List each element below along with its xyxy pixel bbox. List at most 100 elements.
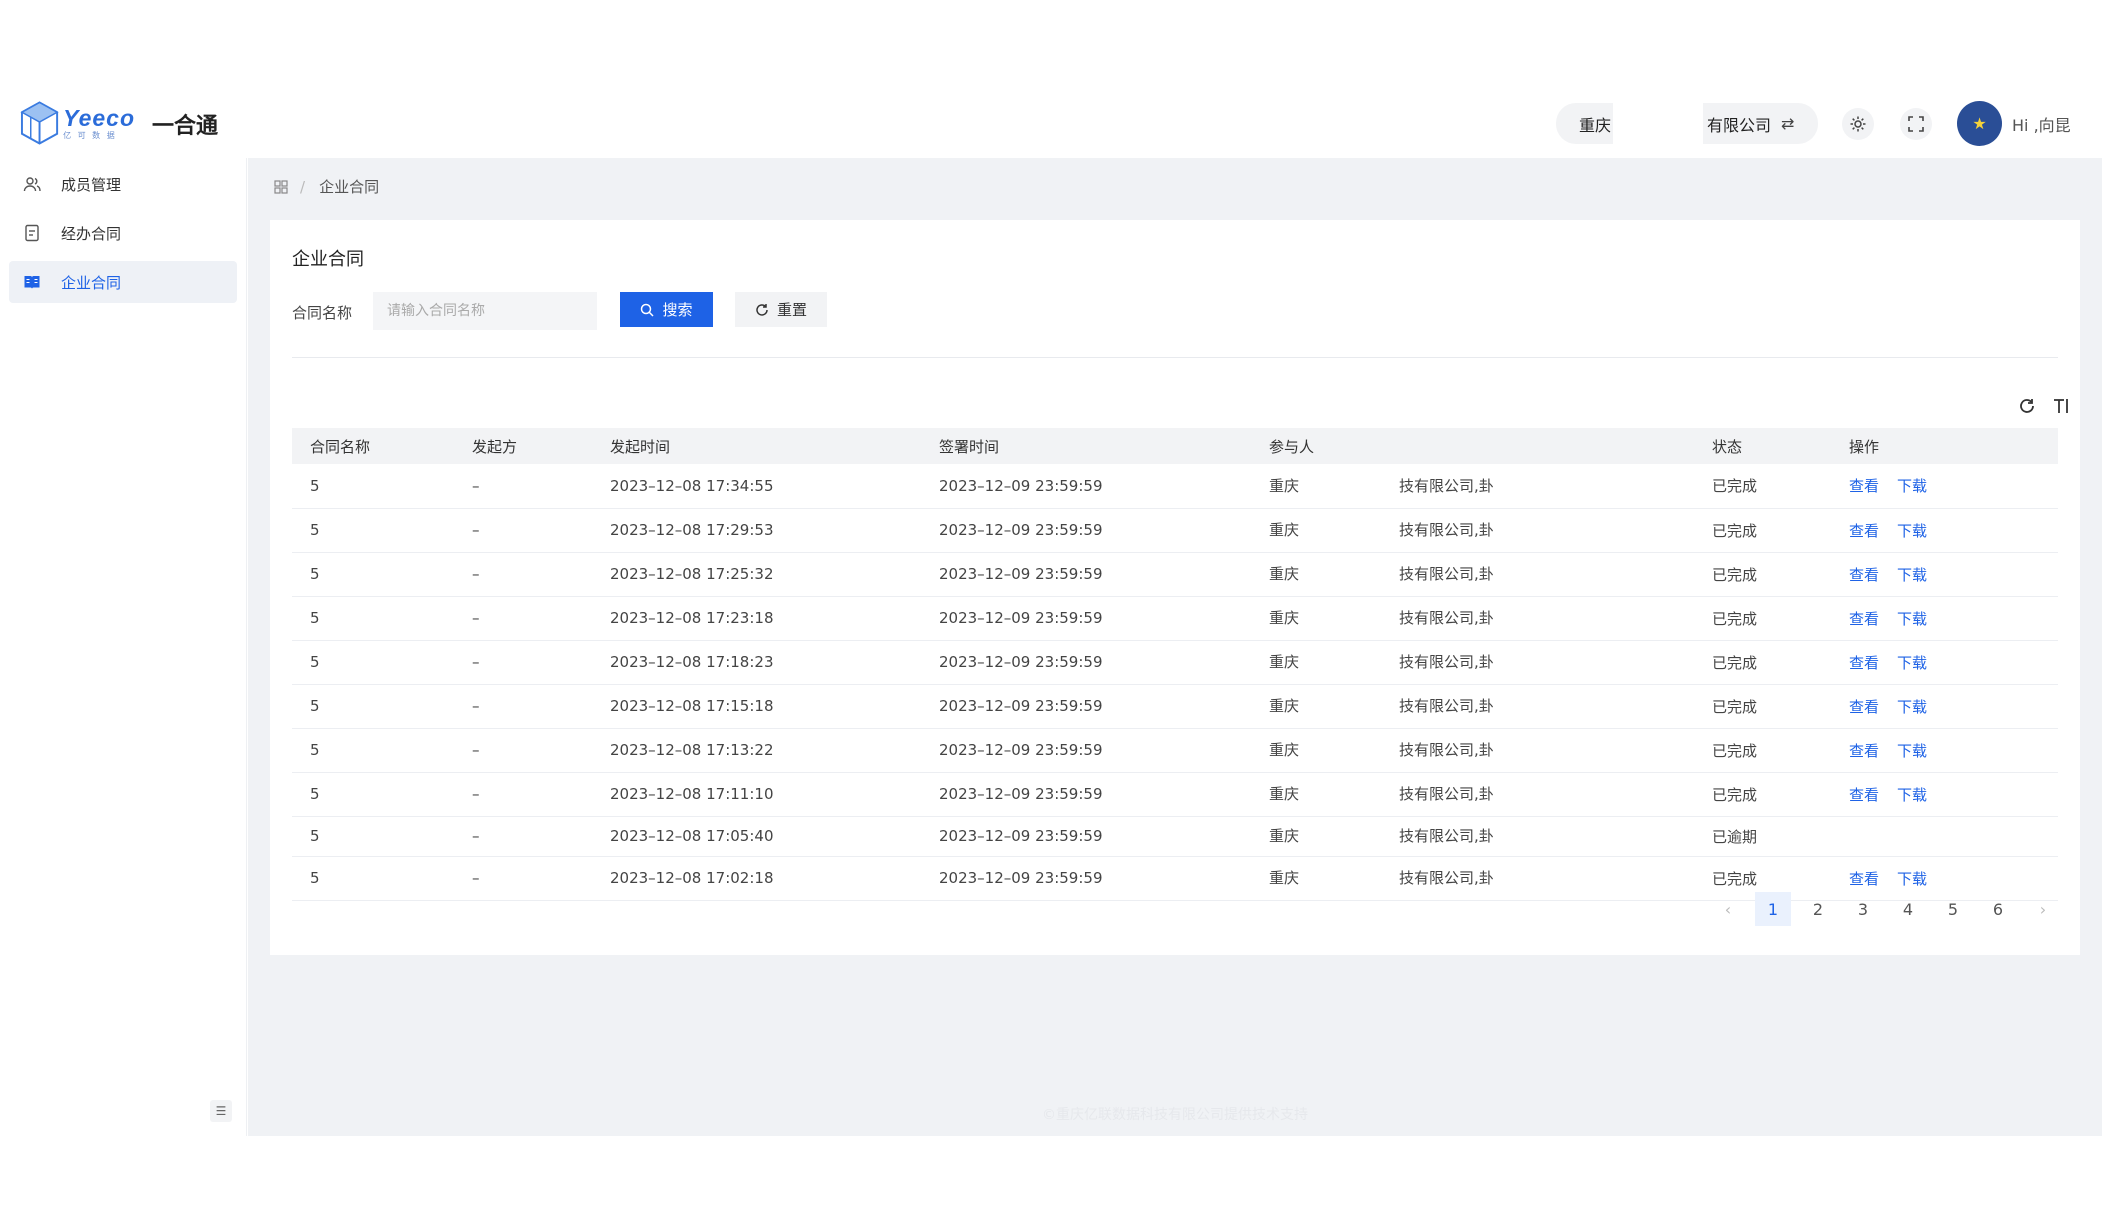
actions-cell: 查看 下载 [1831, 508, 2058, 553]
column-header[interactable]: 操作 [1831, 428, 2058, 464]
initiator-cell: – [454, 816, 592, 857]
table-row: 5–2023–12–08 17:15:18 2023–12–09 23:59:59… [292, 684, 2058, 729]
participant-prefix: 重庆 [1269, 826, 1300, 845]
download-link[interactable]: 下载 [1897, 742, 1927, 760]
participant-redaction [1299, 695, 1400, 718]
status-cell: 已完成 [1694, 728, 1831, 773]
participants-cell: 重庆 技有限公司,卦 [1251, 728, 1694, 773]
page-button[interactable]: 2 [1800, 892, 1836, 926]
grid-home-icon[interactable] [274, 179, 288, 194]
page-button[interactable]: 4 [1890, 892, 1926, 926]
participant-prefix: 重庆 [1269, 784, 1300, 803]
actions-cell: 查看 下载 [1831, 684, 2058, 729]
fullscreen-button[interactable] [1900, 108, 1932, 140]
brand-logo[interactable]: Yeeco 亿 可 数 据 [20, 100, 135, 146]
contract-name-input[interactable] [373, 292, 597, 330]
sidebar-item-members[interactable]: 成员管理 [9, 163, 237, 205]
participant-suffix: 技有限公司,卦 [1399, 784, 1494, 803]
page-button[interactable]: 1 [1755, 892, 1791, 926]
participant-prefix: 重庆 [1269, 476, 1300, 495]
participant-prefix: 重庆 [1269, 740, 1300, 759]
view-link[interactable]: 查看 [1849, 522, 1879, 540]
swap-icon: ⇄ [1781, 114, 1795, 133]
contract-name-cell: 5 [292, 596, 454, 641]
sidebar-item-handled-contracts[interactable]: 经办合同 [9, 212, 237, 254]
user-avatar[interactable]: ★ [1957, 101, 2002, 146]
search-button-label: 搜索 [662, 302, 693, 319]
column-header[interactable]: 状态 [1694, 428, 1831, 464]
participants-cell: 重庆 技有限公司,卦 [1251, 772, 1694, 817]
collapse-sidebar-button[interactable]: ☰ [210, 1100, 232, 1122]
sign-time-cell: 2023–12–09 23:59:59 [921, 772, 1251, 817]
table-header-row: 合同名称 发起方 发起时间 签署时间 参与人 状态 操作 [292, 428, 2058, 464]
participant-prefix: 重庆 [1269, 652, 1300, 671]
participant-redaction [1299, 607, 1400, 630]
start-time-cell: 2023–12–08 17:23:18 [592, 596, 921, 641]
view-link[interactable]: 查看 [1849, 870, 1879, 888]
sign-time-cell: 2023–12–09 23:59:59 [921, 640, 1251, 685]
status-cell: 已逾期 [1694, 816, 1831, 857]
participant-redaction [1299, 783, 1400, 806]
next-page-button[interactable]: › [2025, 892, 2061, 926]
participants-cell: 重庆 技有限公司,卦 [1251, 464, 1694, 509]
participant-prefix: 重庆 [1269, 868, 1300, 887]
download-link[interactable]: 下载 [1897, 610, 1927, 628]
initiator-cell: – [454, 596, 592, 641]
company-switcher[interactable]: 重庆 有限公司 ⇄ [1556, 103, 1818, 144]
download-link[interactable]: 下载 [1897, 522, 1927, 540]
participant-suffix: 技有限公司,卦 [1399, 696, 1494, 715]
download-link[interactable]: 下载 [1897, 654, 1927, 672]
footer-credit: ©重庆亿联数据科技有限公司提供技术支持 [1042, 1107, 1308, 1123]
sign-time-cell: 2023–12–09 23:59:59 [921, 552, 1251, 597]
download-link[interactable]: 下载 [1897, 786, 1927, 804]
sidebar-item-enterprise-contracts[interactable]: 企业合同 [9, 261, 237, 303]
view-link[interactable]: 查看 [1849, 742, 1879, 760]
company-name-redaction [1613, 103, 1703, 144]
download-link[interactable]: 下载 [1897, 870, 1927, 888]
view-link[interactable]: 查看 [1849, 654, 1879, 672]
column-header[interactable]: 签署时间 [921, 428, 1251, 464]
sign-time-cell: 2023–12–09 23:59:59 [921, 464, 1251, 509]
toolbar-divider [292, 357, 2058, 358]
participant-prefix: 重庆 [1269, 520, 1300, 539]
company-name-suffix: 有限公司 [1707, 115, 1772, 135]
initiator-cell: – [454, 728, 592, 773]
contract-name-cell: 5 [292, 856, 454, 901]
page-button[interactable]: 6 [1980, 892, 2016, 926]
search-button[interactable]: 搜索 [620, 292, 713, 327]
download-link[interactable]: 下载 [1897, 477, 1927, 495]
download-link[interactable]: 下载 [1897, 566, 1927, 584]
actions-cell: 查看 下载 [1831, 552, 2058, 597]
participant-prefix: 重庆 [1269, 564, 1300, 583]
breadcrumb: / 企业合同 [274, 176, 379, 197]
page-button[interactable]: 3 [1845, 892, 1881, 926]
contracts-card: 企业合同 合同名称 搜索 重置 [270, 220, 2080, 955]
user-greeting[interactable]: Hi ,向昆 [2012, 112, 2071, 136]
contract-name-label: 合同名称 [292, 304, 353, 322]
column-header[interactable]: 合同名称 [292, 428, 454, 464]
start-time-cell: 2023–12–08 17:25:32 [592, 552, 921, 597]
download-link[interactable]: 下载 [1897, 698, 1927, 716]
pagination: ‹ 1 2 3 4 5 6 › [1710, 892, 2070, 926]
view-link[interactable]: 查看 [1849, 610, 1879, 628]
participants-cell: 重庆 技有限公司,卦 [1251, 684, 1694, 729]
participant-prefix: 重庆 [1269, 696, 1300, 715]
view-link[interactable]: 查看 [1849, 786, 1879, 804]
view-link[interactable]: 查看 [1849, 698, 1879, 716]
breadcrumb-current: 企业合同 [319, 178, 380, 196]
prev-page-button[interactable]: ‹ [1710, 892, 1746, 926]
column-height-icon[interactable] [2053, 397, 2071, 415]
start-time-cell: 2023–12–08 17:34:55 [592, 464, 921, 509]
reset-button[interactable]: 重置 [735, 292, 827, 327]
theme-toggle-button[interactable] [1842, 108, 1874, 140]
refresh-icon[interactable] [2018, 397, 2036, 415]
page-button[interactable]: 5 [1935, 892, 1971, 926]
column-header[interactable]: 发起时间 [592, 428, 921, 464]
top-header: Yeeco 亿 可 数 据 一合通 重庆 有限公司 ⇄ ★ Hi ,向昆 [0, 88, 2102, 158]
start-time-cell: 2023–12–08 17:15:18 [592, 684, 921, 729]
view-link[interactable]: 查看 [1849, 566, 1879, 584]
view-link[interactable]: 查看 [1849, 477, 1879, 495]
status-cell: 已完成 [1694, 772, 1831, 817]
column-header[interactable]: 参与人 [1251, 428, 1694, 464]
column-header[interactable]: 发起方 [454, 428, 592, 464]
